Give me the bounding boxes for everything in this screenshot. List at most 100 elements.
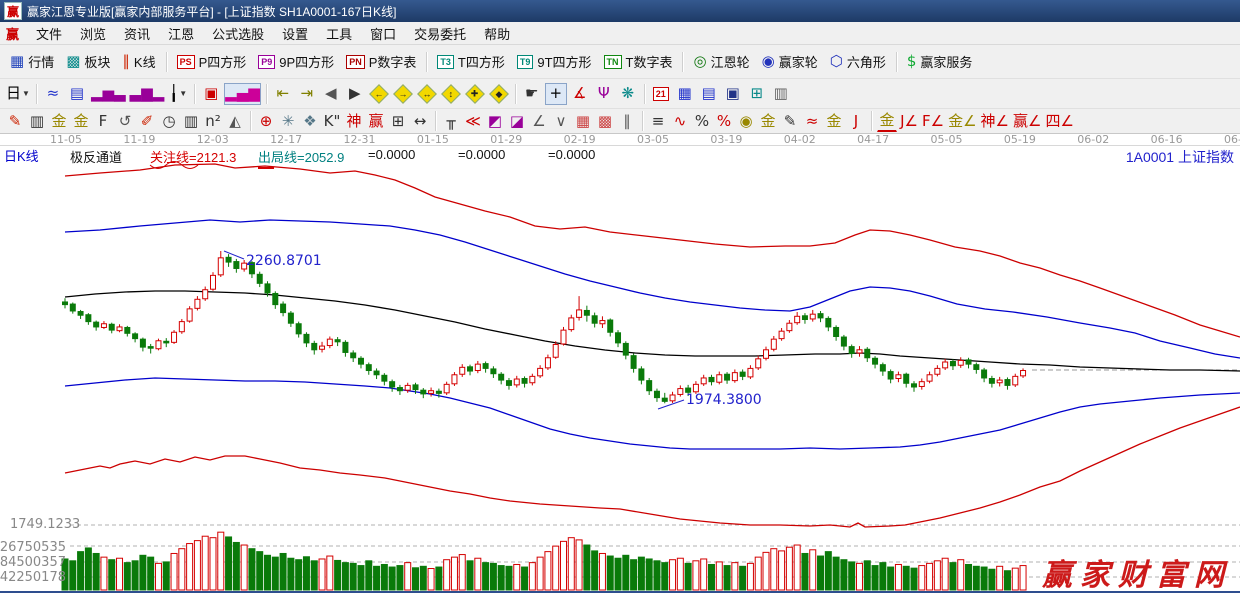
- web-tool-icon[interactable]: ❋: [617, 83, 639, 105]
- t9-square-button[interactable]: T9 9T四方形: [512, 49, 597, 74]
- gold-circle-icon[interactable]: ◉: [736, 111, 756, 131]
- fan-box-icon[interactable]: ◩: [485, 111, 505, 131]
- hexagon-button[interactable]: ⬡ 六角形: [825, 49, 891, 74]
- chart9-icon[interactable]: ▃▆▂: [129, 83, 166, 105]
- last-page-icon[interactable]: ⇥: [296, 83, 318, 105]
- gold-angle-icon[interactable]: 金: [877, 111, 897, 132]
- fan-lines-icon[interactable]: ≪: [463, 111, 483, 131]
- p9-square-button[interactable]: P9 9P四方形: [253, 49, 339, 74]
- title-bar[interactable]: 赢 赢家江恩专业版[赢家内部服务平台] - [上证指数 SH1A0001-167…: [0, 0, 1240, 22]
- menu-item-formula-stock-pick[interactable]: 公式选股: [203, 25, 273, 44]
- t-number-button[interactable]: TN T数字表: [599, 49, 678, 74]
- ying-angle-icon[interactable]: 赢∠: [1012, 111, 1042, 131]
- grid-red-icon[interactable]: ▦: [573, 111, 593, 131]
- prev-page-icon[interactable]: ◀: [320, 83, 342, 105]
- ruler2-icon[interactable]: ▥: [181, 111, 201, 131]
- time-circle-icon[interactable]: ◷: [159, 111, 179, 131]
- grid-123-icon[interactable]: ⊞: [388, 111, 408, 131]
- menu-item-help[interactable]: 帮助: [475, 25, 519, 44]
- calendar-21-icon[interactable]: 21: [650, 83, 672, 105]
- next-page-icon[interactable]: ▶: [344, 83, 366, 105]
- menu-item-window[interactable]: 窗口: [361, 25, 405, 44]
- memo-icon[interactable]: ▤: [698, 83, 720, 105]
- gann-wheel-button[interactable]: ◎ 江恩轮: [688, 49, 754, 74]
- menu-item-trade-entrust[interactable]: 交易委托: [405, 25, 475, 44]
- kline-chart[interactable]: 11-05 11-19 12-03 12-17 12-31 01-15 01-29 02-19…: [0, 134, 1240, 593]
- span-arrow-icon[interactable]: ↔: [410, 111, 430, 131]
- percent-wave-icon[interactable]: ∿: [670, 111, 690, 131]
- winner-wheel-button[interactable]: ◉ 赢家轮: [757, 49, 823, 74]
- n2-icon[interactable]: n²: [203, 111, 223, 131]
- gold-ruler2-icon[interactable]: 金: [71, 111, 91, 131]
- gann-web-icon[interactable]: ✳: [278, 111, 298, 131]
- volume-panel-icon[interactable]: ▂▄▆: [224, 82, 261, 105]
- kline-button[interactable]: ∥ K线: [117, 49, 160, 74]
- gold-angle2-icon[interactable]: 金∠: [947, 111, 977, 131]
- angle-lines-icon[interactable]: ∠: [529, 111, 549, 131]
- mirror-angle-icon[interactable]: ◭: [225, 111, 245, 131]
- shen-angle-icon[interactable]: 神∠: [980, 111, 1010, 131]
- menu-item-settings[interactable]: 设置: [273, 25, 317, 44]
- circle-target-icon[interactable]: ⊕: [256, 111, 276, 131]
- zoom-vertical-icon[interactable]: ↕: [440, 83, 462, 105]
- gold-ruler-icon[interactable]: 金: [49, 111, 69, 131]
- hand-tool-icon[interactable]: ☛: [521, 83, 543, 105]
- f-angle-icon[interactable]: F∠: [921, 111, 945, 131]
- f10-info-icon[interactable]: ▤: [66, 83, 88, 105]
- menu-item-file[interactable]: 文件: [27, 25, 71, 44]
- f-ruler-icon[interactable]: F: [93, 111, 113, 131]
- zoom-full-icon[interactable]: ◆: [488, 83, 510, 105]
- k-quote-icon[interactable]: K": [322, 111, 342, 131]
- price-column-icon[interactable]: ≡: [648, 111, 668, 131]
- gann-tool-icon[interactable]: Ψ: [593, 83, 615, 105]
- menu-item-browse[interactable]: 浏览: [71, 25, 115, 44]
- gold-level-icon[interactable]: 金: [758, 111, 778, 131]
- mark-pen-icon[interactable]: ✎: [780, 111, 800, 131]
- menu-item-news[interactable]: 资讯: [115, 25, 159, 44]
- chart3-icon[interactable]: ▂▅▃: [90, 83, 127, 105]
- shift-right-icon[interactable]: →: [392, 83, 414, 105]
- j-line-icon[interactable]: J: [846, 111, 866, 131]
- zoom-in-icon[interactable]: ✚: [464, 83, 486, 105]
- menu-item-gann[interactable]: 江恩: [159, 25, 203, 44]
- save-icon[interactable]: ▣: [722, 83, 744, 105]
- quotes-button[interactable]: ▦ 行情: [5, 49, 59, 74]
- parallel-lines-icon[interactable]: ∥: [617, 111, 637, 131]
- gold-line-icon[interactable]: 金: [824, 111, 844, 131]
- p-number-button[interactable]: PN P数字表: [341, 49, 421, 74]
- gann-ruler-icon[interactable]: ▥: [27, 111, 47, 131]
- candle-style-selector[interactable]: ╽ ▼: [167, 83, 189, 105]
- pen-ruler-icon[interactable]: ✐: [137, 111, 157, 131]
- trend-curve-icon[interactable]: ≈: [42, 83, 64, 105]
- first-page-icon[interactable]: ⇤: [272, 83, 294, 105]
- workstation-icon[interactable]: ▥: [770, 83, 792, 105]
- beam-icon[interactable]: ╥: [441, 111, 461, 131]
- menu-item-tools[interactable]: 工具: [317, 25, 361, 44]
- angle-measure-icon[interactable]: ∡: [569, 83, 591, 105]
- calculator-icon[interactable]: ▦: [674, 83, 696, 105]
- grid-axis-icon[interactable]: ▩: [595, 111, 615, 131]
- percent-red-icon[interactable]: %: [714, 111, 734, 131]
- p-square-button[interactable]: PS P四方形: [172, 49, 252, 74]
- kline-frame-icon[interactable]: ▣: [200, 83, 222, 105]
- shen-ruler-icon[interactable]: 神: [344, 111, 364, 131]
- crosshair-tool-icon[interactable]: +: [544, 82, 567, 105]
- sectors-button[interactable]: ▩ 板块: [61, 49, 115, 74]
- spiral-icon[interactable]: ↺: [115, 111, 135, 131]
- ying-ruler-icon[interactable]: 赢: [366, 111, 386, 131]
- zoom-horizontal-icon[interactable]: ↔: [416, 83, 438, 105]
- chart-canvas[interactable]: 11-05 11-19 12-03 12-17 12-31 01-15 01-29 02-19…: [0, 134, 1240, 593]
- period-day-selector[interactable]: 日 ▼: [5, 83, 31, 105]
- band-icon[interactable]: ≈: [802, 111, 822, 131]
- t-square-button[interactable]: T3 T四方形: [432, 49, 509, 74]
- winner-service-button[interactable]: $ 赢家服务: [902, 49, 978, 74]
- shift-left-icon[interactable]: ←: [368, 83, 390, 105]
- si-angle-icon[interactable]: 四∠: [1044, 111, 1074, 131]
- save-web-icon[interactable]: ⊞: [746, 83, 768, 105]
- percent-icon[interactable]: %: [692, 111, 712, 131]
- brush-icon[interactable]: ✎: [5, 111, 25, 131]
- j-angle-icon[interactable]: J∠: [899, 111, 919, 131]
- gann-web-square-icon[interactable]: ❖: [300, 111, 320, 131]
- v-lines-icon[interactable]: ∨: [551, 111, 571, 131]
- fan-box2-icon[interactable]: ◪: [507, 111, 527, 131]
